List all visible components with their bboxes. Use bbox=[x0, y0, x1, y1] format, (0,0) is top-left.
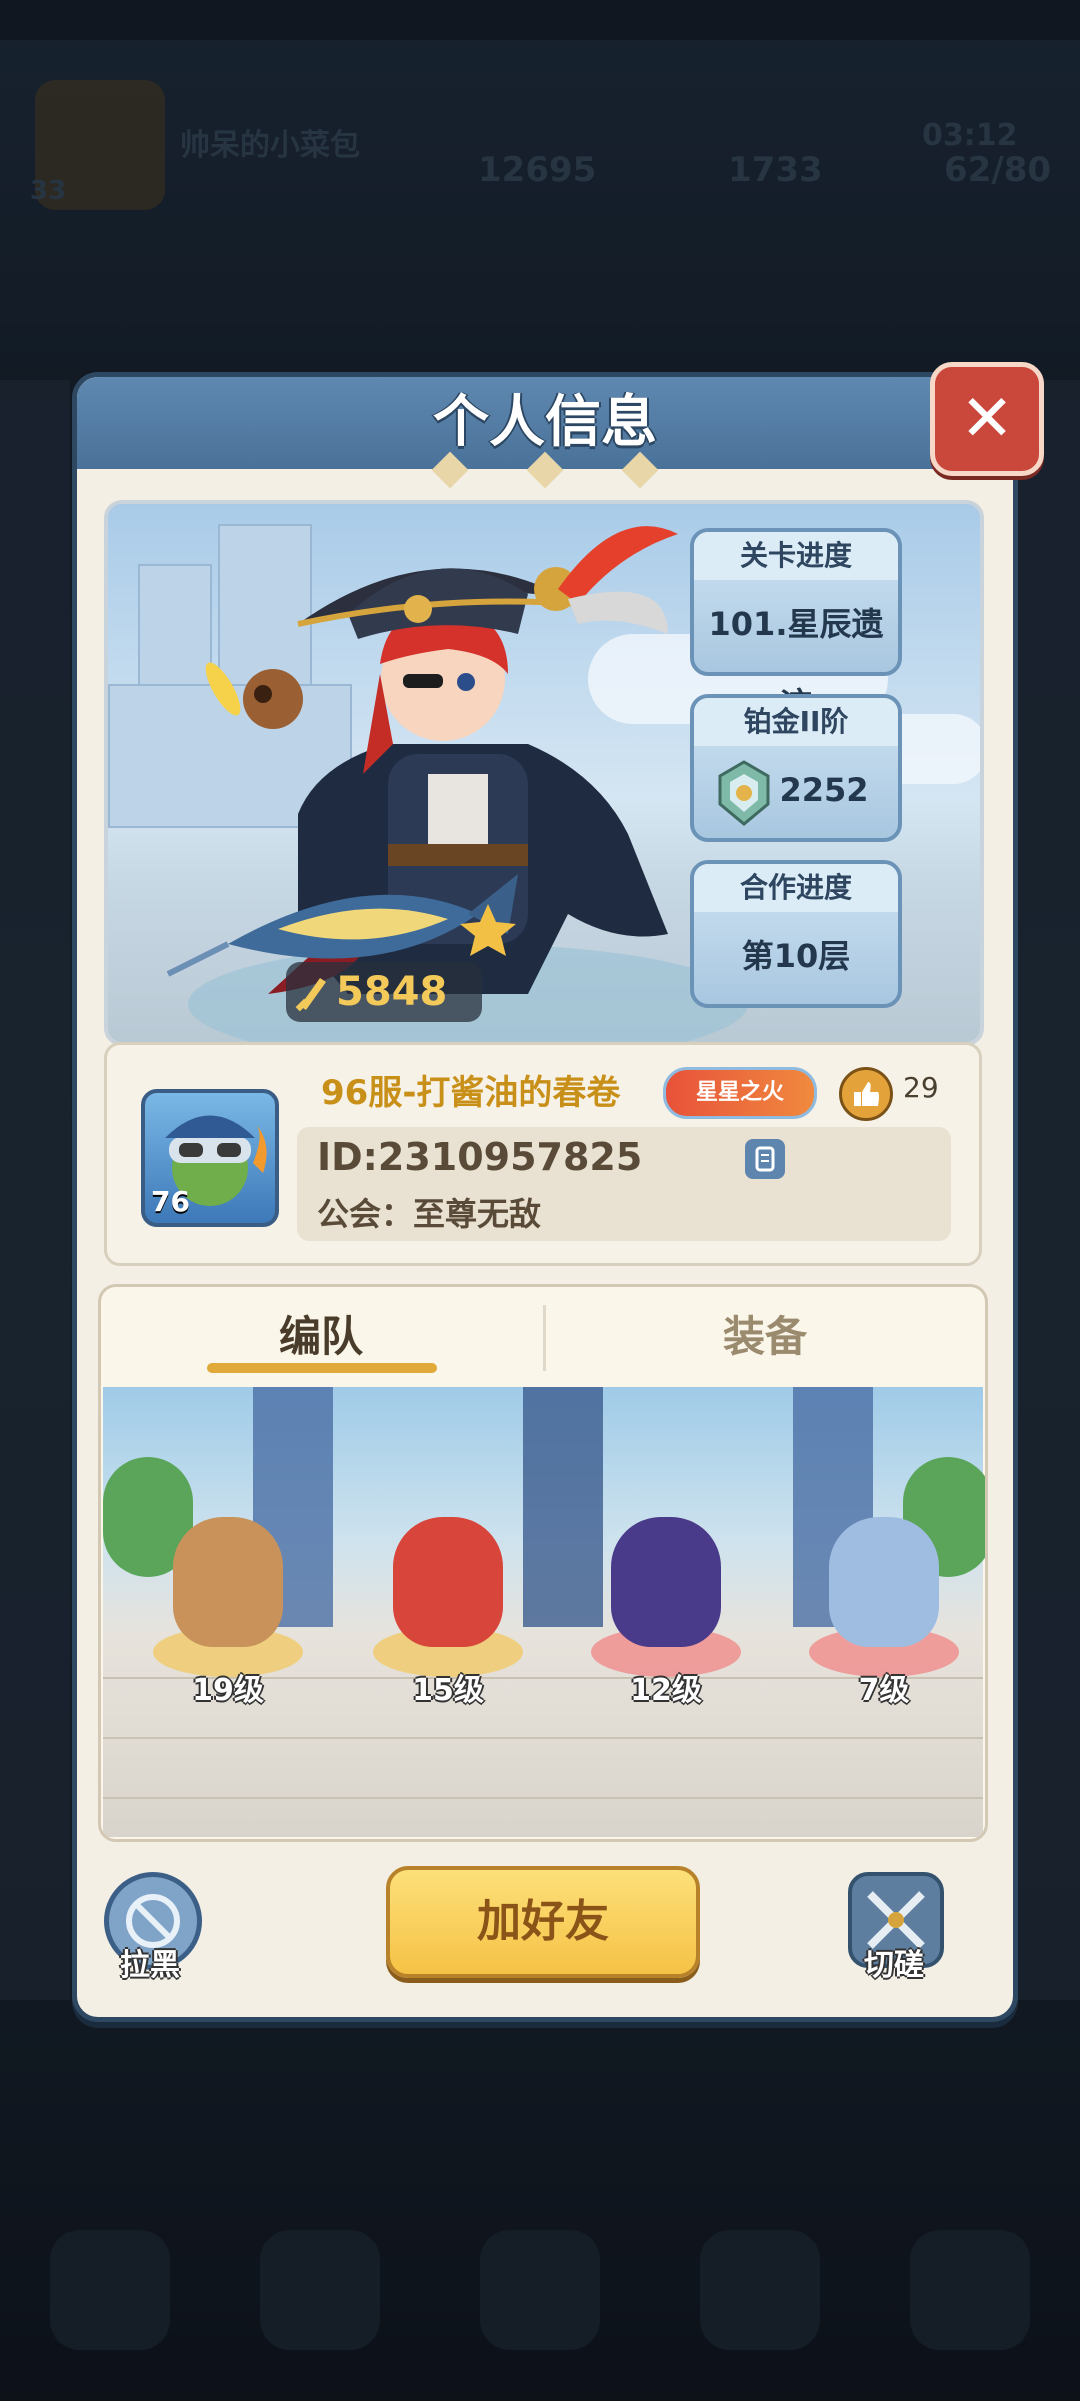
hero-level: 7级 bbox=[858, 1673, 910, 1708]
player-id: ID:2310957825 bbox=[317, 1135, 643, 1179]
hero-portrait bbox=[173, 1517, 283, 1647]
coop-progress-label: 合作进度 bbox=[694, 864, 898, 912]
stage-progress-card: 关卡进度 101.星辰遗迹 bbox=[690, 528, 902, 723]
avatar-level: 76 bbox=[151, 1185, 190, 1218]
rank-label: 铂金II阶 bbox=[694, 698, 898, 746]
coop-progress-value: 第10层 bbox=[741, 937, 851, 975]
hero-level: 12级 bbox=[630, 1673, 702, 1708]
combat-power-value: 5848 bbox=[336, 969, 448, 1015]
formation-arena: 19级 15级 12级 7级 bbox=[103, 1387, 985, 1837]
floor-line bbox=[103, 1737, 983, 1739]
title-badge: 星星之火 bbox=[663, 1067, 817, 1119]
rank-points: 2252 bbox=[779, 771, 869, 809]
player-avatar[interactable]: 76 bbox=[141, 1089, 279, 1227]
active-tab-indicator bbox=[207, 1363, 437, 1373]
pirate-hero-illustration bbox=[166, 526, 678, 994]
spar-label: 切磋 bbox=[864, 1948, 924, 1983]
team-hero-slot[interactable]: 19级 bbox=[143, 1497, 313, 1717]
like-thumb-icon[interactable] bbox=[839, 1067, 893, 1121]
hero-level: 15级 bbox=[412, 1673, 484, 1708]
tab-equipment[interactable]: 装备 bbox=[545, 1287, 985, 1387]
coop-progress-card: 合作进度 第10层 bbox=[690, 860, 902, 1008]
guild-name: 公会：至尊无敌 bbox=[317, 1195, 542, 1233]
add-friend-button[interactable]: 加好友 bbox=[386, 1866, 700, 1978]
title-badge-text: 星星之火 bbox=[695, 1080, 784, 1105]
combat-power-badge: 5848 bbox=[286, 962, 482, 1022]
team-hero-slot[interactable]: 15级 bbox=[363, 1497, 533, 1717]
copy-icon bbox=[755, 1146, 775, 1172]
close-x-icon: ✕ bbox=[960, 382, 1014, 456]
block-label: 拉黑 bbox=[120, 1948, 180, 1983]
player-name: 96服-打酱油的春卷 bbox=[321, 1073, 621, 1113]
close-button[interactable]: ✕ bbox=[930, 362, 1044, 476]
profile-info-box: 76 96服-打酱油的春卷 星星之火 29 ID:2310957825 公会：至… bbox=[104, 1042, 982, 1266]
add-friend-label: 加好友 bbox=[477, 1896, 609, 1947]
team-hero-slot[interactable]: 12级 bbox=[581, 1497, 751, 1717]
hero-showcase: 5848 关卡进度 101.星辰遗迹 铂金II阶 2252 合作进度 第10层 bbox=[104, 500, 984, 1046]
tab-panel: 编队 装备 19级 15级 12级 7级 bbox=[98, 1284, 988, 1842]
power-sword-icon bbox=[295, 978, 326, 1012]
hero-portrait bbox=[611, 1517, 721, 1647]
like-count: 29 bbox=[903, 1071, 939, 1104]
hero-portrait bbox=[829, 1517, 939, 1647]
rank-card: 铂金II阶 2252 bbox=[690, 694, 902, 842]
hero-level: 19级 bbox=[192, 1673, 264, 1708]
copy-id-icon[interactable] bbox=[745, 1139, 785, 1179]
thumbs-up-icon bbox=[854, 1082, 879, 1106]
stage-progress-label: 关卡进度 bbox=[694, 532, 898, 580]
floor-line bbox=[103, 1797, 983, 1799]
stage-progress-value: 101.星辰遗迹 bbox=[708, 605, 884, 723]
hero-portrait bbox=[393, 1517, 503, 1647]
id-guild-box: ID:2310957825 公会：至尊无敌 bbox=[297, 1127, 951, 1241]
team-hero-slot[interactable]: 7级 bbox=[799, 1497, 969, 1717]
